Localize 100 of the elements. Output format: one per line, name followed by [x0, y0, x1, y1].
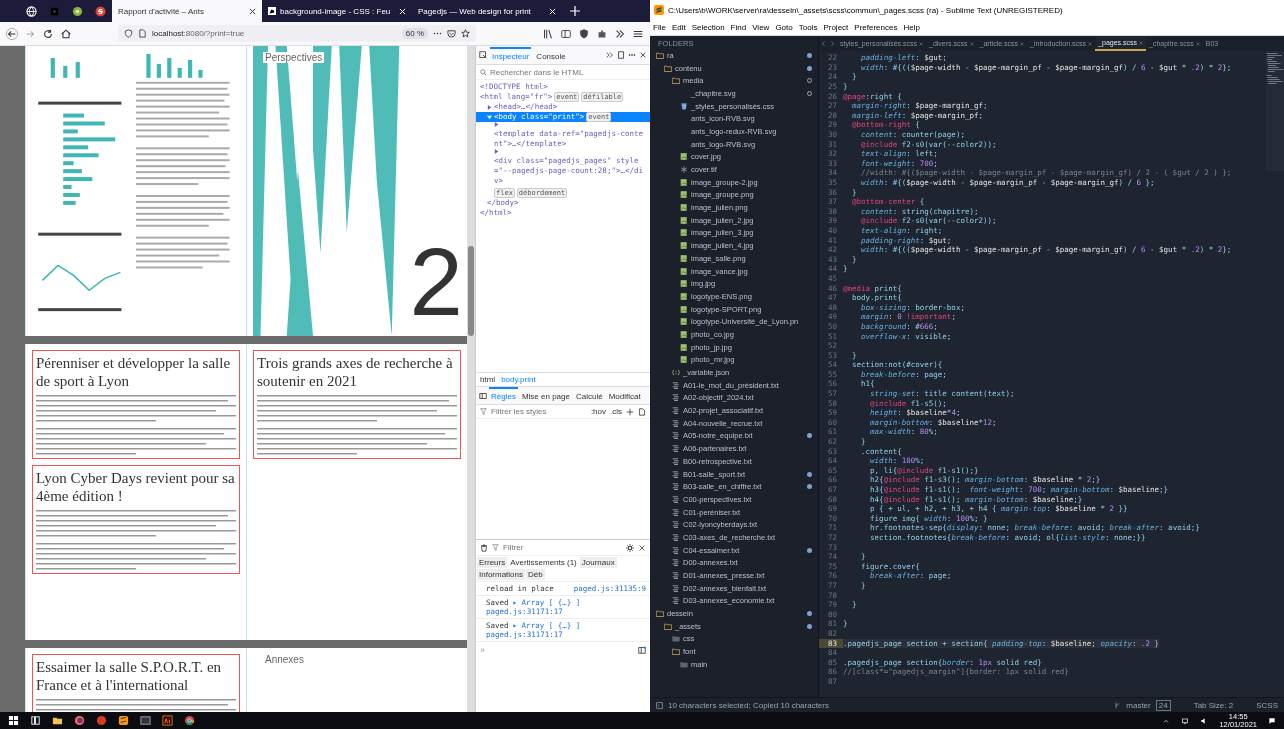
status-message: 10 characters selected; Copied 10 characters: [668, 700, 829, 710]
pocket-icon[interactable]: [447, 29, 456, 38]
s-logo-icon: [95, 5, 106, 17]
document-icon[interactable]: [638, 407, 646, 416]
collapsed-triangle-icon[interactable]: [487, 104, 492, 110]
log-level-toggle[interactable]: Déb: [526, 569, 545, 580]
log-level-toggle[interactable]: Erreurs: [477, 557, 508, 568]
panel-icon[interactable]: [479, 391, 487, 400]
log-level-toggle[interactable]: Avertissements (1): [508, 557, 579, 568]
toggle-button[interactable]: :hov: [590, 407, 606, 416]
split-console-icon[interactable]: [638, 646, 646, 654]
rules-tab[interactable]: Modificat: [606, 387, 643, 404]
settings-icon[interactable]: [626, 543, 634, 552]
chart-bar: [188, 59, 193, 78]
app-logo-icon[interactable]: [118, 715, 129, 726]
chart-bar: [198, 69, 203, 78]
text-file-icon: [672, 394, 680, 402]
git-branch[interactable]: master: [1126, 700, 1151, 710]
image-file-icon: [680, 229, 688, 237]
plus-icon[interactable]: [626, 407, 634, 416]
log-level-toggle[interactable]: Informations: [477, 569, 526, 580]
page-heading: Essaimer la salle S.P.O.R.T. en France et à l'international: [36, 658, 223, 694]
folder-icon[interactable]: [52, 715, 63, 726]
menu-item[interactable]: Tools: [798, 23, 818, 32]
collapsed-triangle-icon[interactable]: [494, 122, 499, 127]
branch-icon: [1114, 701, 1122, 709]
breadcrumb-item[interactable]: html: [480, 375, 496, 384]
picker-icon[interactable]: [479, 51, 487, 59]
new-tab-icon[interactable]: [570, 6, 580, 16]
menu-item[interactable]: Help: [903, 23, 920, 32]
tab-arrows-icon[interactable]: [821, 40, 835, 47]
shield-icon[interactable]: [578, 27, 590, 40]
styles-filter-field[interactable]: Filtrer les styles: [491, 407, 587, 416]
rules-tab[interactable]: Mise en page: [519, 387, 572, 404]
circle-icon[interactable]: [96, 715, 107, 726]
chart-bar: [63, 137, 116, 142]
menu-item[interactable]: Preferences: [854, 23, 898, 32]
reload-icon[interactable]: [42, 27, 54, 40]
chart-bar: [177, 67, 182, 78]
menu-item[interactable]: File: [653, 23, 666, 32]
console-filter-field[interactable]: Filtrer: [503, 543, 622, 552]
close-icon[interactable]: [639, 51, 647, 59]
address-bar[interactable]: localhost:8080/?print=true 60 %: [118, 25, 476, 42]
chrome-icon[interactable]: [184, 715, 195, 726]
browser-tab[interactable]: Pagedjs — Web design for print: [412, 0, 562, 22]
home-icon[interactable]: [60, 27, 72, 40]
task-view-icon[interactable]: [30, 715, 41, 726]
braces-icon: [672, 369, 680, 377]
image-file-icon: [680, 356, 688, 364]
image-file-icon: [680, 242, 688, 250]
toggle-button[interactable]: .cls: [610, 407, 622, 416]
library-icon[interactable]: [542, 27, 554, 40]
syntax-mode[interactable]: SCSS: [1256, 700, 1278, 710]
search-icon: [480, 68, 487, 76]
text-file-icon: [672, 445, 680, 453]
menu-item[interactable]: Selection: [691, 23, 725, 32]
menu-item[interactable]: View: [752, 23, 770, 32]
menu-item[interactable]: Edit: [671, 23, 686, 32]
console-icon[interactable]: [656, 701, 663, 709]
menu-item[interactable]: Goto: [775, 23, 793, 32]
browser-tab[interactable]: background-image - CSS : Feu: [262, 0, 412, 22]
image-file-icon: [680, 254, 688, 262]
collapsed-triangle-icon[interactable]: [494, 149, 499, 154]
network-icon[interactable]: [1181, 716, 1190, 725]
sidebar-icon[interactable]: [560, 27, 572, 40]
dock-icon[interactable]: [617, 51, 625, 59]
image-file-icon: [680, 343, 688, 351]
text-file-icon: [672, 546, 680, 554]
chevrons-icon[interactable]: [606, 51, 614, 59]
chevrons-icon[interactable]: [614, 27, 626, 40]
close-icon[interactable]: [638, 543, 646, 552]
chart-bar: [63, 65, 68, 78]
section-label: Annexes: [263, 654, 306, 665]
terminal-icon[interactable]: [140, 715, 151, 726]
rules-tab[interactable]: Calculé: [573, 387, 605, 404]
html-search-field[interactable]: Rechercher dans le HTML: [490, 67, 646, 77]
text-file-icon: [672, 495, 680, 503]
expanded-triangle-icon[interactable]: [487, 114, 492, 120]
devtools-tab[interactable]: Console: [534, 46, 568, 64]
menu-item[interactable]: Find: [730, 23, 747, 32]
menu-item[interactable]: Project: [823, 23, 849, 32]
trash-icon[interactable]: [480, 543, 488, 552]
close-icon[interactable]: [249, 7, 256, 15]
log-level-toggle[interactable]: Journaux: [579, 557, 617, 568]
back-icon[interactable]: [6, 27, 18, 40]
devtools-tab[interactable]: Inspecteur: [490, 46, 532, 64]
image-file-icon: [680, 305, 688, 313]
more-icon[interactable]: [628, 51, 636, 59]
star-icon[interactable]: [461, 29, 470, 38]
changes-count[interactable]: 24: [1155, 699, 1171, 711]
rules-tab[interactable]: Règles: [489, 387, 518, 404]
breadcrumb-item[interactable]: body.print: [501, 375, 536, 384]
notification-icon[interactable]: [1268, 716, 1276, 725]
zoom-level[interactable]: 60 %: [401, 28, 428, 39]
browser-tab[interactable]: Rapport d'activité – Ants: [112, 0, 262, 22]
illustrator-icon[interactable]: [162, 715, 173, 726]
browser-icon[interactable]: [74, 715, 85, 726]
windows-start-icon[interactable]: [8, 715, 19, 726]
tab-size[interactable]: Tab Size: 2: [1193, 700, 1234, 710]
puzzle-icon[interactable]: [596, 27, 608, 40]
